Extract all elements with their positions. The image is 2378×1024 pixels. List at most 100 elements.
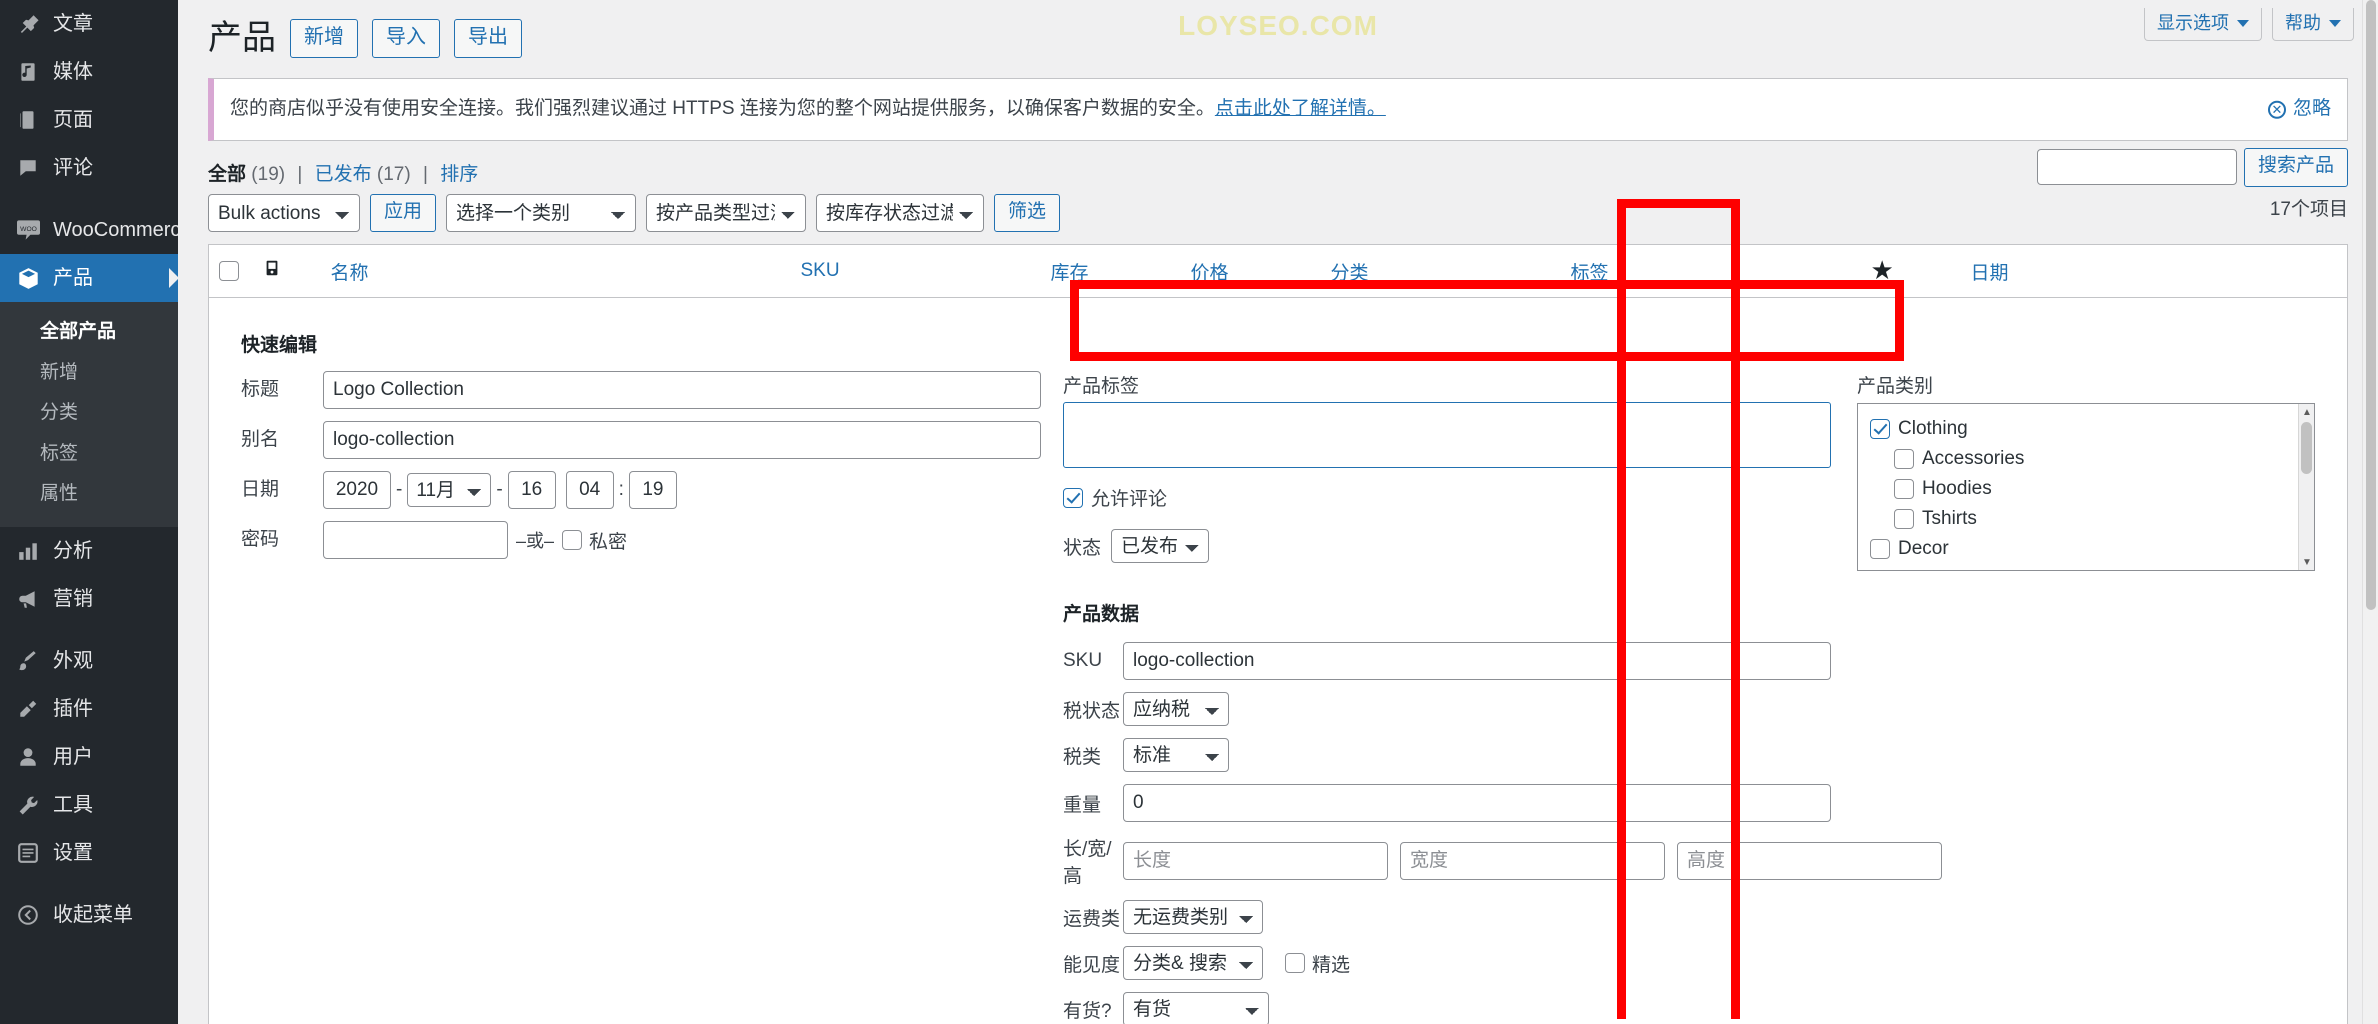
notice-learn-more-link[interactable]: 点击此处了解详情。 [1215, 98, 1386, 119]
notice-dismiss-button[interactable]: ✕ 忽略 [2267, 95, 2331, 124]
chevron-up-icon[interactable]: ▲ [2299, 404, 2314, 420]
analytics-bars-icon [12, 538, 44, 564]
category-item-accessories[interactable]: Accessories [1870, 444, 2302, 474]
sidebar-item-appearance[interactable]: 外观 [0, 637, 178, 685]
scrollbar-thumb[interactable] [2301, 422, 2312, 475]
category-checkbox[interactable] [1894, 509, 1914, 530]
sidebar-item-media[interactable]: 媒体 [0, 48, 178, 96]
stock-status-filter-select[interactable]: 按库存状态过滤 [816, 194, 985, 233]
sidebar-item-users[interactable]: 用户 [0, 733, 178, 781]
tax-class-select[interactable]: 标准 [1123, 738, 1229, 773]
shipping-class-field: 运费类 无运费类别 [1063, 900, 1831, 935]
page-scrollbar[interactable] [2362, 0, 2378, 1024]
product-data-title: 产品数据 [1063, 604, 1140, 626]
title-input[interactable] [323, 371, 1041, 410]
header-date[interactable]: 日期 [1960, 244, 2348, 299]
date-year-input[interactable] [323, 471, 391, 510]
sidebar-item-settings[interactable]: 设置 [0, 829, 178, 877]
in-stock-select[interactable]: 有货 [1123, 992, 1269, 1024]
category-item-hoodies[interactable]: Hoodies [1870, 474, 2302, 504]
sidebar-item-label: WooCommerce [53, 219, 178, 241]
header-sku[interactable]: SKU [790, 244, 1041, 299]
submenu-item-tags[interactable]: 标签 [0, 434, 178, 475]
category-item-decor[interactable]: Decor [1870, 534, 2302, 564]
width-input[interactable] [1400, 842, 1665, 881]
shipping-class-select[interactable]: 无运费类别 [1123, 900, 1263, 935]
sidebar-item-woocommerce[interactable]: WOO WooCommerce [0, 206, 178, 254]
scrollbar-thumb[interactable] [2366, 0, 2376, 610]
tax-class-field: 税类 标准 [1063, 738, 1831, 773]
sidebar-item-comments[interactable]: 评论 [0, 144, 178, 192]
quick-edit-slug-field: 别名 [241, 421, 1041, 460]
weight-input[interactable] [1123, 784, 1831, 823]
visibility-field: 能见度 分类& 搜索 精选 [1063, 946, 1831, 981]
sku-input[interactable] [1123, 642, 1831, 681]
status-select[interactable]: 已发布 [1111, 529, 1210, 564]
submenu-item-categories[interactable]: 分类 [0, 393, 178, 434]
header-select-all[interactable] [208, 244, 253, 299]
category-item-tshirts[interactable]: Tshirts [1870, 504, 2302, 534]
sidebar-item-plugins[interactable]: 插件 [0, 685, 178, 733]
sidebar-item-products[interactable]: 产品 [0, 254, 178, 302]
in-stock-label: 有货? [1063, 1000, 1112, 1022]
help-button[interactable]: 帮助 [2272, 8, 2354, 41]
sidebar-item-label: 媒体 [53, 61, 93, 83]
tax-status-select[interactable]: 应纳税 [1123, 692, 1229, 727]
product-categories-box[interactable]: Clothing Accessories Hoodies Tshirts Dec… [1857, 403, 2315, 572]
header-price[interactable]: 价格 [1180, 244, 1321, 299]
filter-link-all[interactable]: 全部 [208, 164, 246, 185]
separator: | [297, 163, 303, 185]
category-checkbox[interactable] [1870, 419, 1890, 440]
sidebar-item-pages[interactable]: 页面 [0, 96, 178, 144]
apply-bulk-action-button[interactable]: 应用 [370, 193, 437, 233]
filter-link-published[interactable]: 已发布 [315, 164, 372, 185]
filter-button[interactable]: 筛选 [994, 193, 1061, 233]
category-checkbox[interactable] [1894, 479, 1914, 500]
slug-input[interactable] [323, 421, 1041, 460]
date-day-input[interactable] [507, 471, 556, 510]
date-hour-input[interactable] [565, 471, 614, 510]
import-products-button[interactable]: 导入 [372, 18, 440, 58]
slug-label: 别名 [241, 429, 280, 451]
paintbrush-icon [12, 648, 44, 674]
sidebar-item-label: 文章 [53, 13, 93, 35]
sidebar-item-collapse-menu[interactable]: 收起菜单 [0, 891, 178, 939]
date-minute-input[interactable] [628, 471, 677, 510]
private-checkbox-label[interactable]: 私密 [562, 527, 627, 554]
bulk-actions-select[interactable]: Bulk actions [208, 194, 360, 233]
select-all-checkbox[interactable] [219, 261, 239, 282]
chevron-down-icon[interactable]: ▼ [2299, 554, 2314, 570]
filter-link-sorting[interactable]: 排序 [440, 164, 478, 185]
sidebar-item-posts[interactable]: 文章 [0, 0, 178, 48]
submenu-item-all-products[interactable]: 全部产品 [0, 312, 178, 353]
sidebar-item-tools[interactable]: 工具 [0, 781, 178, 829]
submenu-item-attributes[interactable]: 属性 [0, 474, 178, 515]
search-products-button[interactable]: 搜索产品 [2243, 148, 2348, 187]
screen-options-button[interactable]: 显示选项 [2144, 8, 2262, 41]
length-input[interactable] [1123, 842, 1388, 881]
add-new-product-button[interactable]: 新增 [290, 18, 358, 58]
visibility-select[interactable]: 分类& 搜索 [1123, 946, 1263, 981]
sidebar-item-analytics[interactable]: 分析 [0, 527, 178, 575]
product-type-filter-select[interactable]: 按产品类型过滤 [646, 194, 807, 233]
dimensions-field: 长/宽/高 [1063, 834, 1942, 888]
submenu-item-add-new[interactable]: 新增 [0, 353, 178, 394]
featured-checkbox-label[interactable]: 精选 [1285, 950, 1350, 977]
admin-screen: 文章 媒体 页面 评论 WOO WooCommerce 产品 全部产品 新增 分… [0, 0, 2378, 1024]
categories-scrollbar[interactable]: ▲ ▼ [2298, 404, 2314, 571]
category-filter-select[interactable]: 选择一个类别 [446, 194, 637, 233]
category-checkbox[interactable] [1870, 539, 1890, 560]
allow-comments-checkbox[interactable] [1063, 487, 1083, 508]
category-item-clothing[interactable]: Clothing [1870, 414, 2302, 444]
header-name[interactable]: 名称 [320, 244, 791, 299]
category-checkbox[interactable] [1894, 449, 1914, 470]
date-label: 日期 [241, 479, 280, 501]
export-products-button[interactable]: 导出 [454, 18, 522, 58]
sidebar-item-marketing[interactable]: 营销 [0, 575, 178, 623]
featured-checkbox[interactable] [1285, 953, 1305, 974]
password-input[interactable] [323, 521, 508, 560]
search-input[interactable] [2036, 149, 2237, 186]
private-checkbox[interactable] [562, 530, 583, 551]
date-month-select[interactable]: 11月 [407, 473, 492, 508]
product-tags-textarea[interactable] [1063, 402, 1831, 469]
